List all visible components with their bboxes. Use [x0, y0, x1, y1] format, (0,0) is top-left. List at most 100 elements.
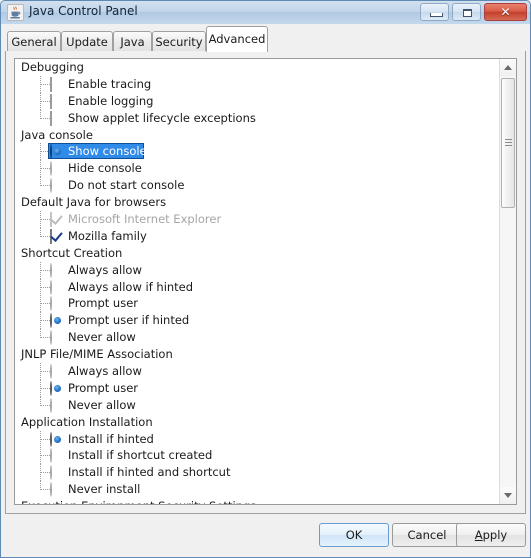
tree-item-control[interactable]: [50, 296, 63, 312]
checkbox-icon[interactable]: [50, 76, 52, 92]
scroll-down-arrow[interactable]: [500, 487, 516, 504]
radio-button-icon[interactable]: [50, 465, 52, 481]
tree-item-control[interactable]: [50, 380, 63, 396]
tab-update[interactable]: Update: [61, 31, 113, 52]
tree-item-radio[interactable]: Show console: [15, 143, 499, 161]
checkbox-icon[interactable]: [50, 110, 52, 126]
checkbox-icon[interactable]: [50, 93, 52, 109]
tab-security[interactable]: Security: [152, 31, 206, 52]
tree-item-label: Show console: [68, 144, 147, 159]
ok-button[interactable]: OK: [319, 523, 389, 547]
radio-button-icon[interactable]: [50, 262, 52, 278]
tab-advanced[interactable]: Advanced: [206, 26, 268, 52]
tree-item-label: Install if hinted and shortcut: [68, 465, 231, 480]
tab-general[interactable]: General: [7, 31, 61, 52]
radio-dot-icon: [54, 317, 61, 325]
tree-item-control[interactable]: [50, 482, 63, 498]
maximize-button[interactable]: [452, 3, 481, 21]
checkbox-icon[interactable]: [50, 228, 63, 244]
tree-item-radio[interactable]: Prompt user: [15, 379, 499, 397]
minimize-button[interactable]: [420, 3, 449, 21]
tree-item-checkbox[interactable]: Show applet lifecycle exceptions: [15, 109, 499, 127]
radio-button-icon[interactable]: [50, 144, 61, 160]
tree-item-control[interactable]: [50, 93, 63, 109]
checkmark-icon: [50, 212, 63, 225]
radio-button-icon[interactable]: [50, 296, 52, 312]
radio-button-icon[interactable]: [50, 279, 52, 295]
tree-item-control[interactable]: [50, 262, 63, 278]
scrollbar-thumb[interactable]: [501, 78, 515, 208]
tree-item-radio[interactable]: Do not start console: [15, 177, 499, 194]
tree-item-radio[interactable]: Never install: [15, 481, 499, 498]
tree-item-control[interactable]: [50, 228, 63, 244]
tree-item-control[interactable]: [50, 431, 63, 447]
radio-button-icon[interactable]: [50, 364, 52, 380]
group-label: Shortcut Creation: [21, 245, 123, 260]
tree-connector-horizontal: [41, 337, 50, 339]
radio-button-icon[interactable]: [50, 380, 61, 396]
radio-dot-icon: [54, 384, 61, 392]
tree-item-control[interactable]: [50, 448, 63, 464]
tree-item-control[interactable]: [50, 330, 63, 346]
tree-connector-horizontal: [41, 100, 50, 102]
tree-item-label: Install if shortcut created: [68, 448, 213, 463]
close-icon: ✕: [500, 5, 511, 19]
tree-item-radio[interactable]: Never allow: [15, 396, 499, 414]
tree-item-control[interactable]: [50, 76, 63, 92]
tree-item-radio[interactable]: Install if shortcut created: [15, 447, 499, 465]
tree-item-control[interactable]: [50, 212, 63, 228]
tree-item-label: Prompt user: [68, 380, 138, 395]
tree-item-control[interactable]: [50, 364, 63, 380]
scroll-up-arrow[interactable]: [500, 59, 516, 76]
radio-button-icon[interactable]: [50, 161, 52, 177]
group-label: Java console: [21, 127, 93, 142]
tree-connector-horizontal: [41, 219, 50, 221]
tree-item-control[interactable]: [50, 144, 63, 160]
tree-item-label: Prompt user: [68, 296, 138, 311]
tree-item-control[interactable]: [50, 178, 63, 194]
tree-connector-horizontal: [41, 83, 50, 85]
tree-item-label: Always allow if hinted: [68, 279, 194, 294]
tree-item-radio[interactable]: Prompt user if hinted: [15, 312, 499, 330]
tree-item-checkbox[interactable]: Microsoft Internet Explorer: [15, 211, 499, 229]
tree-item-checkbox[interactable]: Enable logging: [15, 92, 499, 110]
tab-bar: General Update Java Security Advanced: [1, 24, 530, 52]
vertical-scrollbar[interactable]: [499, 59, 516, 504]
radio-button-icon[interactable]: [50, 313, 61, 329]
tree-item-control[interactable]: [50, 279, 63, 295]
tree-connector-horizontal: [41, 404, 50, 406]
tree-item-control[interactable]: [50, 110, 63, 126]
chevron-down-icon: [504, 493, 512, 498]
radio-button-icon[interactable]: [50, 330, 52, 346]
cancel-button[interactable]: Cancel: [392, 523, 462, 547]
tree-item-radio[interactable]: Install if hinted and shortcut: [15, 464, 499, 482]
apply-button[interactable]: Apply: [456, 523, 526, 547]
chevron-up-icon: [504, 65, 512, 70]
radio-button-icon[interactable]: [50, 482, 52, 498]
checkbox-icon[interactable]: [50, 212, 63, 228]
tree-item-control[interactable]: [50, 313, 63, 329]
tree-item-label: Hide console: [68, 161, 142, 176]
tree-connector-horizontal: [41, 438, 50, 440]
tree-item-control[interactable]: [50, 465, 63, 481]
tree-item-radio[interactable]: Hide console: [15, 160, 499, 178]
tree-item-radio[interactable]: Prompt user: [15, 295, 499, 313]
tree-connector-horizontal: [41, 472, 50, 474]
tree-item-control[interactable]: [50, 397, 63, 413]
tree-item-radio[interactable]: Never allow: [15, 329, 499, 346]
radio-button-icon[interactable]: [50, 448, 52, 464]
tree-item-radio[interactable]: Always allow if hinted: [15, 278, 499, 296]
radio-button-icon[interactable]: [50, 397, 52, 413]
tree-item-label: Install if hinted: [68, 431, 154, 446]
tree-item-control[interactable]: [50, 161, 63, 177]
tree-item-checkbox[interactable]: Mozilla family: [15, 227, 499, 245]
tree-item-radio[interactable]: Always allow: [15, 261, 499, 279]
close-button[interactable]: ✕: [484, 3, 527, 21]
tree-item-checkbox[interactable]: Enable tracing: [15, 75, 499, 93]
tree-item-radio[interactable]: Always allow: [15, 363, 499, 381]
radio-button-icon[interactable]: [50, 431, 61, 447]
tab-java[interactable]: Java: [113, 31, 152, 52]
tree-item-radio[interactable]: Install if hinted: [15, 430, 499, 448]
radio-button-icon[interactable]: [50, 178, 52, 194]
group-label: Application Installation: [21, 414, 153, 429]
